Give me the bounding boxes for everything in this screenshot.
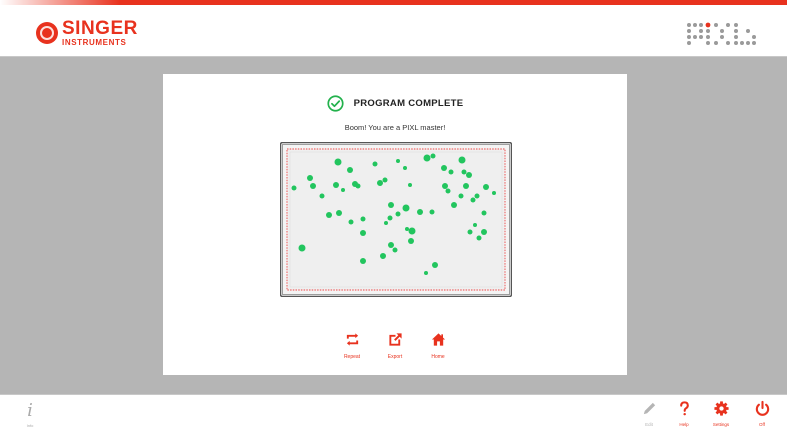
colony-dot [483,184,489,190]
colony-dot [360,216,366,222]
power-icon [755,400,769,416]
info-label: Info [26,423,34,428]
colony-dot [355,183,361,189]
colony-dot [408,238,414,244]
gear-icon [713,401,729,416]
colony-dot [319,193,325,199]
colony-dot [341,188,345,192]
colony-dot [463,183,469,189]
colony-dot [473,223,477,227]
colony-dot [298,244,306,252]
home-button[interactable]: Home [423,332,453,370]
colony-dot [466,172,472,178]
colony-dot [481,229,487,235]
colony-dot [458,193,464,199]
colony-dot [430,153,436,159]
colony-dot [326,212,332,218]
colony-dot [429,209,435,215]
colony-dot [408,227,416,235]
settings-button[interactable]: Settings [706,400,736,430]
colony-dot [424,271,428,275]
home-icon [431,333,445,346]
colony-dot [307,175,313,181]
repeat-button[interactable]: Repeat [337,332,367,370]
colony-dot [445,188,451,194]
action-bar: Repeat Export Home [163,332,627,370]
colony-dot [492,191,496,195]
colony-dot [458,156,466,164]
colony-dot [333,182,339,188]
colony-dot [387,215,393,221]
colony-dot [388,202,394,208]
brand-name: SINGER [62,18,138,39]
colony-dot [334,158,342,166]
colony-dot [481,210,487,216]
repeat-label: Repeat [343,354,361,360]
export-button[interactable]: Export [380,332,410,370]
colony-dot [461,169,467,175]
colony-dot [336,210,342,216]
brand-subtitle: INSTRUMENTS [62,38,127,47]
export-label: Export [387,354,403,360]
singer-instruments-logo: SINGER INSTRUMENTS [36,18,138,47]
colony-dot [348,219,354,225]
status-message: Boom! You are a PIXL master! [344,123,446,132]
colony-dot [408,183,412,187]
colony-dot [442,183,448,189]
pixl-logo-icon [687,22,756,45]
colony-dot [384,221,388,225]
pencil-icon [643,402,655,415]
home-label: Home [431,354,445,360]
colony-dot [382,177,388,183]
status-row: PROGRAM COMPLETE [163,94,627,112]
settings-label: Settings [712,422,730,427]
plate-image [280,142,512,297]
colony-dot [417,209,423,215]
status-title: PROGRAM COMPLETE [353,97,464,109]
export-icon [388,333,402,346]
singer-logo-icon [36,22,58,44]
help-label: Help [679,422,689,427]
colony-dot [474,193,480,199]
colony-dot [402,204,410,212]
colony-dot [476,235,482,241]
colony-dot [405,227,409,231]
edit-label: Edit [645,422,653,427]
plate-svg [280,142,512,297]
question-mark-icon [679,401,689,416]
info-icon: i [27,400,33,421]
colony-dot [396,159,400,163]
repeat-icon [346,333,358,346]
colony-dot [448,169,454,175]
bottom-toolbar: i Info Edit Help Settings Off [0,394,787,434]
header-bar: SINGER INSTRUMENTS [0,0,787,57]
colony-dot [372,161,378,167]
info-button[interactable]: i Info [20,402,40,430]
result-card: PROGRAM COMPLETE Boom! You are a PIXL ma… [163,74,627,375]
colony-dot [360,258,366,264]
colony-dot [347,167,353,173]
colony-dot [380,253,386,259]
colony-dot [392,247,398,253]
check-circle-icon [327,94,344,112]
colony-dot [467,229,473,235]
colony-dot [291,185,297,191]
edit-button[interactable]: Edit [634,400,664,430]
off-label: Off [759,422,765,427]
colony-dot [470,197,476,203]
colony-dot [360,230,366,236]
colony-dot [451,202,457,208]
colony-dot [395,211,401,217]
colony-dot [388,242,394,248]
colony-dot [432,262,438,268]
colony-dot [310,183,316,189]
colony-dot [441,165,447,171]
colony-dot [423,154,431,162]
colony-dot [403,166,407,170]
help-button[interactable]: Help [669,400,699,430]
colony-dot [377,180,383,186]
power-off-button[interactable]: Off [747,400,777,430]
